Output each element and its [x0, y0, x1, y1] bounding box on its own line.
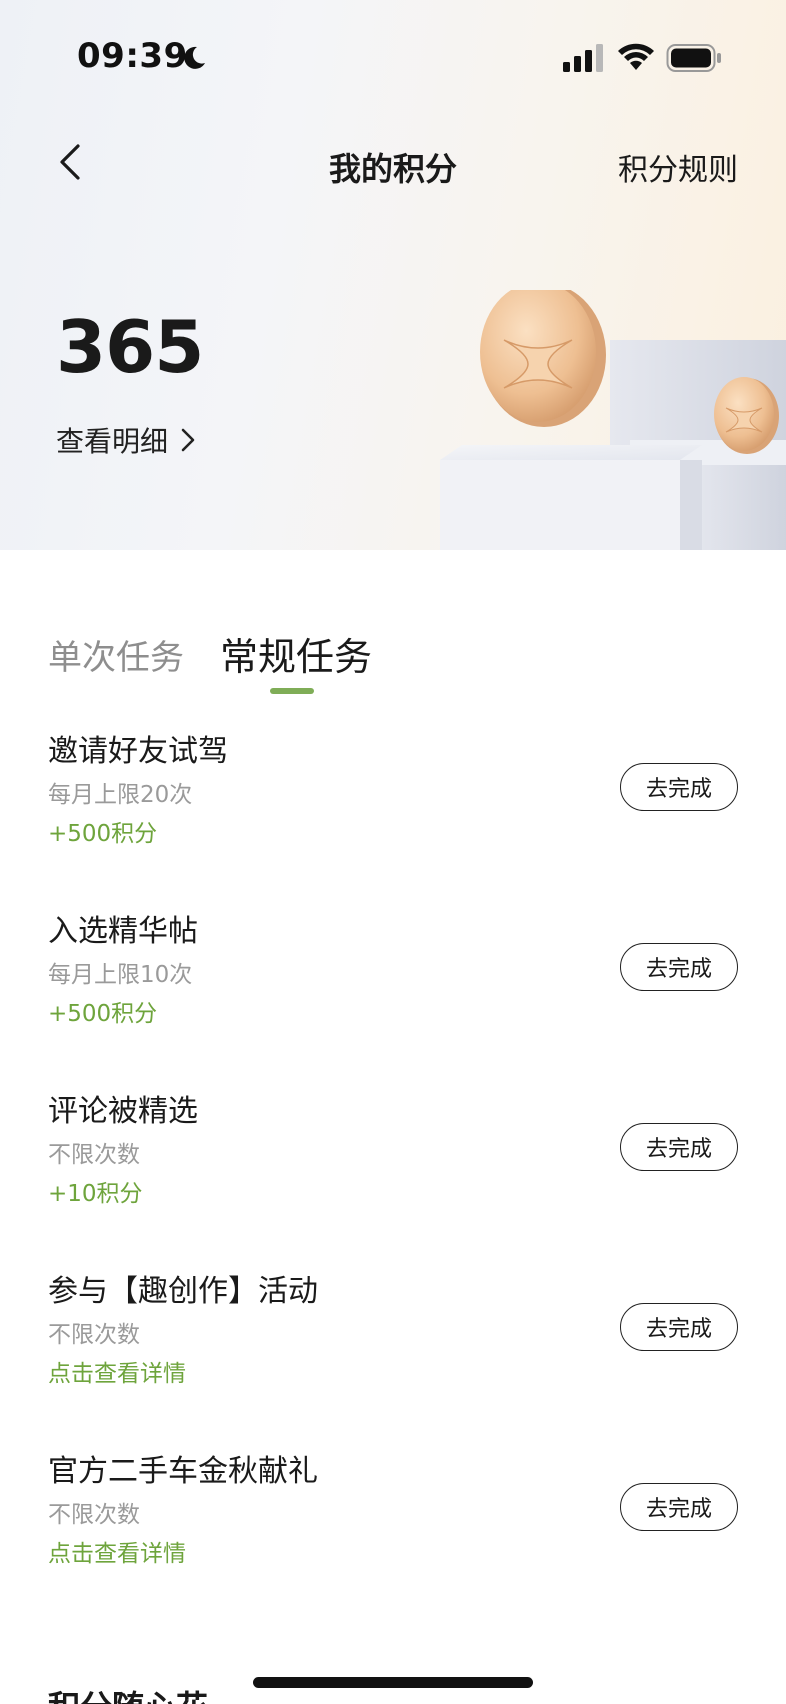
chevron-right-icon: [181, 428, 195, 452]
signal-icon: [563, 44, 603, 72]
go-complete-button[interactable]: 去完成: [620, 1123, 738, 1171]
task-item: 参与【趣创作】活动 不限次数 点击查看详情 去完成: [0, 1260, 786, 1440]
battery-icon: [666, 44, 721, 72]
status-bar: 09:39: [0, 0, 786, 110]
task-item: 评论被精选 不限次数 +10积分 去完成: [0, 1080, 786, 1260]
task-limit: 不限次数: [48, 1142, 140, 1168]
task-reward: +500积分: [48, 1001, 158, 1027]
task-item: 官方二手车金秋献礼 不限次数 点击查看详情 去完成: [0, 1440, 786, 1620]
task-title: 邀请好友试驾: [48, 734, 228, 769]
go-complete-button[interactable]: 去完成: [620, 763, 738, 811]
points-rules-link[interactable]: 积分规则: [618, 145, 738, 189]
points-page: 09:39 我的积分 积分规则 365 查看明细 单次任务 常规任务 邀请好友试…: [0, 0, 786, 1704]
home-indicator[interactable]: [253, 1677, 533, 1688]
task-limit: 每月上限10次: [48, 962, 193, 988]
view-detail-link[interactable]: 查看明细: [56, 420, 198, 460]
task-limit: 每月上限20次: [48, 782, 193, 808]
task-title: 官方二手车金秋献礼: [48, 1454, 318, 1489]
go-complete-button[interactable]: 去完成: [620, 1483, 738, 1531]
coin-illustration: [440, 290, 786, 550]
points-hero: 09:39 我的积分 积分规则 365 查看明细: [0, 0, 786, 550]
view-detail-label: 查看明细: [56, 425, 169, 458]
active-tab-indicator: [270, 688, 314, 694]
task-reward: +500积分: [48, 821, 158, 847]
status-time: 09:39: [77, 36, 188, 76]
task-title: 入选精华帖: [48, 914, 198, 949]
task-title: 参与【趣创作】活动: [48, 1274, 318, 1309]
go-complete-button[interactable]: 去完成: [620, 943, 738, 991]
tab-regular-task[interactable]: 常规任务: [220, 626, 372, 681]
tab-single-task[interactable]: 单次任务: [48, 630, 184, 679]
task-item: 入选精华帖 每月上限10次 +500积分 去完成: [0, 900, 786, 1080]
task-detail-link[interactable]: 点击查看详情: [48, 1354, 186, 1388]
task-title: 评论被精选: [48, 1094, 198, 1129]
go-complete-button[interactable]: 去完成: [620, 1303, 738, 1351]
next-section-title: 积分随心花: [48, 1682, 208, 1704]
task-limit: 不限次数: [48, 1502, 140, 1528]
moon-icon: [184, 46, 205, 69]
task-detail-link[interactable]: 点击查看详情: [48, 1534, 186, 1568]
points-balance: 365: [56, 305, 204, 389]
task-limit: 不限次数: [48, 1322, 140, 1348]
task-reward: +10积分: [48, 1181, 143, 1207]
wifi-icon: [618, 43, 654, 70]
task-item: 邀请好友试驾 每月上限20次 +500积分 去完成: [0, 720, 786, 900]
